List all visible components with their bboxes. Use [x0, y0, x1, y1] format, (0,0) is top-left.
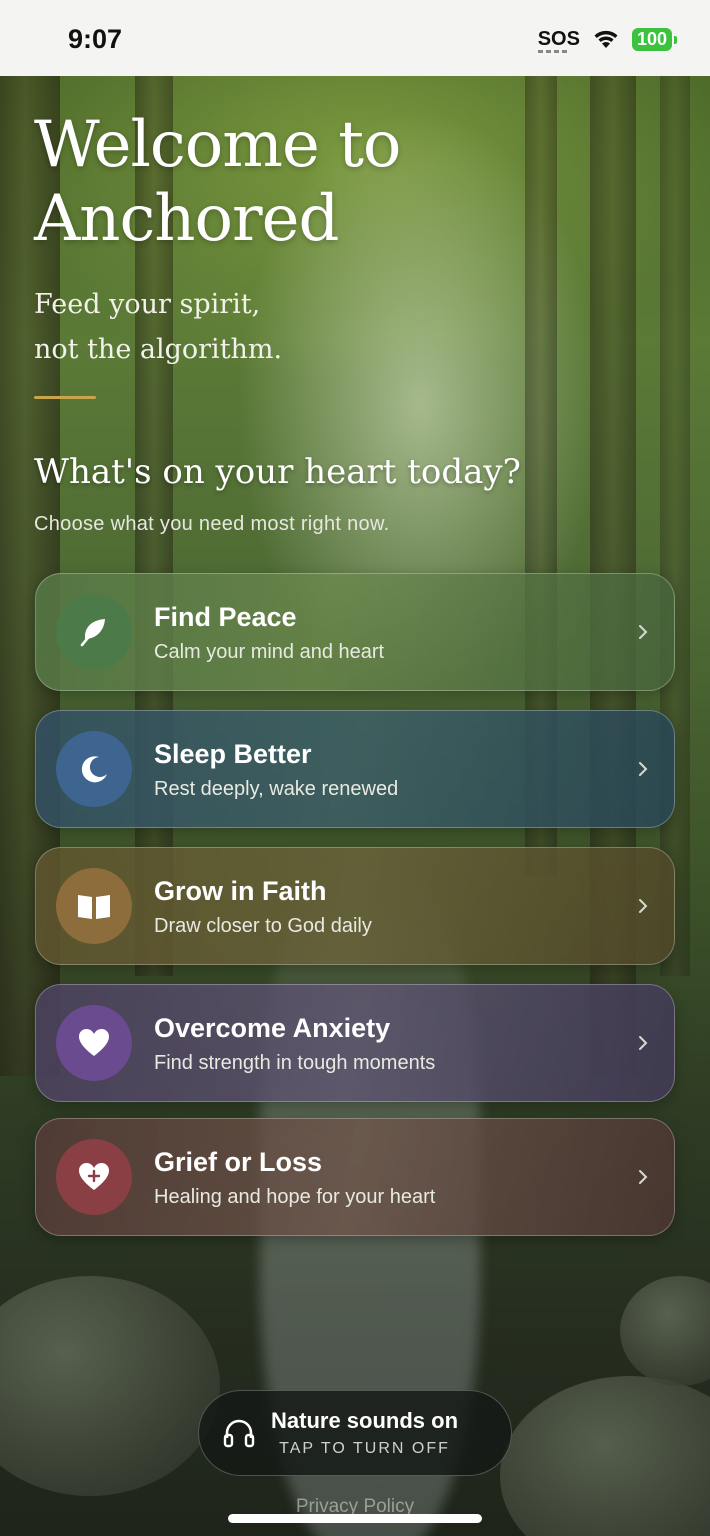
status-time: 9:07: [68, 23, 123, 54]
chevron-right-icon: [639, 625, 648, 639]
home-indicator: [228, 1514, 482, 1523]
option-desc: Draw closer to God daily: [154, 914, 372, 937]
tagline-line-2: not the algorithm.: [34, 334, 283, 365]
option-card-find-peace[interactable]: Find Peace Calm your mind and heart: [35, 573, 675, 691]
sos-indicator: SOS: [537, 27, 580, 53]
heart-icon: [79, 1029, 109, 1056]
chevron-right-icon: [639, 1170, 648, 1184]
option-icon-badge: [56, 1139, 132, 1215]
option-icon-badge: [56, 1005, 132, 1081]
chevron-right-icon: [639, 762, 648, 776]
option-title: Grow in Faith: [154, 875, 327, 906]
moon-icon: [81, 756, 107, 783]
leaf-icon: [80, 619, 105, 647]
option-card-overcome-anxiety[interactable]: Overcome Anxiety Find strength in tough …: [35, 984, 675, 1102]
nature-sounds-toggle[interactable]: Nature sounds on TAP TO TURN OFF: [198, 1390, 512, 1476]
sound-status: Nature sounds on: [271, 1408, 459, 1433]
option-title: Overcome Anxiety: [154, 1012, 391, 1043]
option-title: Grief or Loss: [154, 1146, 323, 1177]
signal-dots: [537, 49, 568, 53]
option-text: Find Peace Calm your mind and heart: [154, 601, 636, 664]
sound-hint: TAP TO TURN OFF: [279, 1440, 450, 1457]
section-heading: What's on your heart today?: [34, 452, 521, 492]
sos-label: SOS: [537, 27, 580, 50]
book-icon: [78, 895, 110, 919]
rock: [620, 1276, 710, 1386]
option-desc: Rest deeply, wake renewed: [154, 777, 399, 800]
option-card-sleep-better[interactable]: Sleep Better Rest deeply, wake renewed: [35, 710, 675, 828]
wifi-icon: [594, 30, 618, 48]
tagline-line-1: Feed your spirit,: [34, 289, 261, 320]
tagline: Feed your spirit, not the algorithm.: [34, 282, 434, 372]
sound-text: Nature sounds on TAP TO TURN OFF: [271, 1408, 458, 1458]
option-title: Find Peace: [154, 601, 297, 632]
option-text: Sleep Better Rest deeply, wake renewed: [154, 738, 636, 801]
option-icon-badge: [56, 731, 132, 807]
tree-trunk: [660, 76, 690, 976]
section-subtitle: Choose what you need most right now.: [34, 513, 390, 535]
option-desc: Calm your mind and heart: [154, 640, 385, 663]
rock: [0, 1276, 220, 1496]
option-icon-badge: [56, 594, 132, 670]
option-desc: Healing and hope for your heart: [154, 1185, 436, 1208]
heart-plus-icon: [79, 1163, 109, 1190]
headphones-icon: [223, 1419, 255, 1448]
battery-indicator: 100: [631, 27, 678, 51]
divider: [34, 396, 96, 399]
option-title: Sleep Better: [154, 738, 312, 769]
option-text: Grief or Loss Healing and hope for your …: [154, 1146, 636, 1209]
option-text: Overcome Anxiety Find strength in tough …: [154, 1012, 636, 1075]
option-card-grief-or-loss[interactable]: Grief or Loss Healing and hope for your …: [35, 1118, 675, 1236]
option-card-grow-in-faith[interactable]: Grow in Faith Draw closer to God daily: [35, 847, 675, 965]
status-bar: 9:07 SOS 100: [0, 0, 710, 76]
status-indicators: SOS 100: [537, 27, 678, 53]
page-title: Welcome to Anchored: [34, 108, 401, 256]
chevron-right-icon: [639, 1036, 648, 1050]
option-desc: Find strength in tough moments: [154, 1051, 436, 1074]
option-icon-badge: [56, 868, 132, 944]
chevron-right-icon: [639, 899, 648, 913]
option-text: Grow in Faith Draw closer to God daily: [154, 875, 636, 938]
